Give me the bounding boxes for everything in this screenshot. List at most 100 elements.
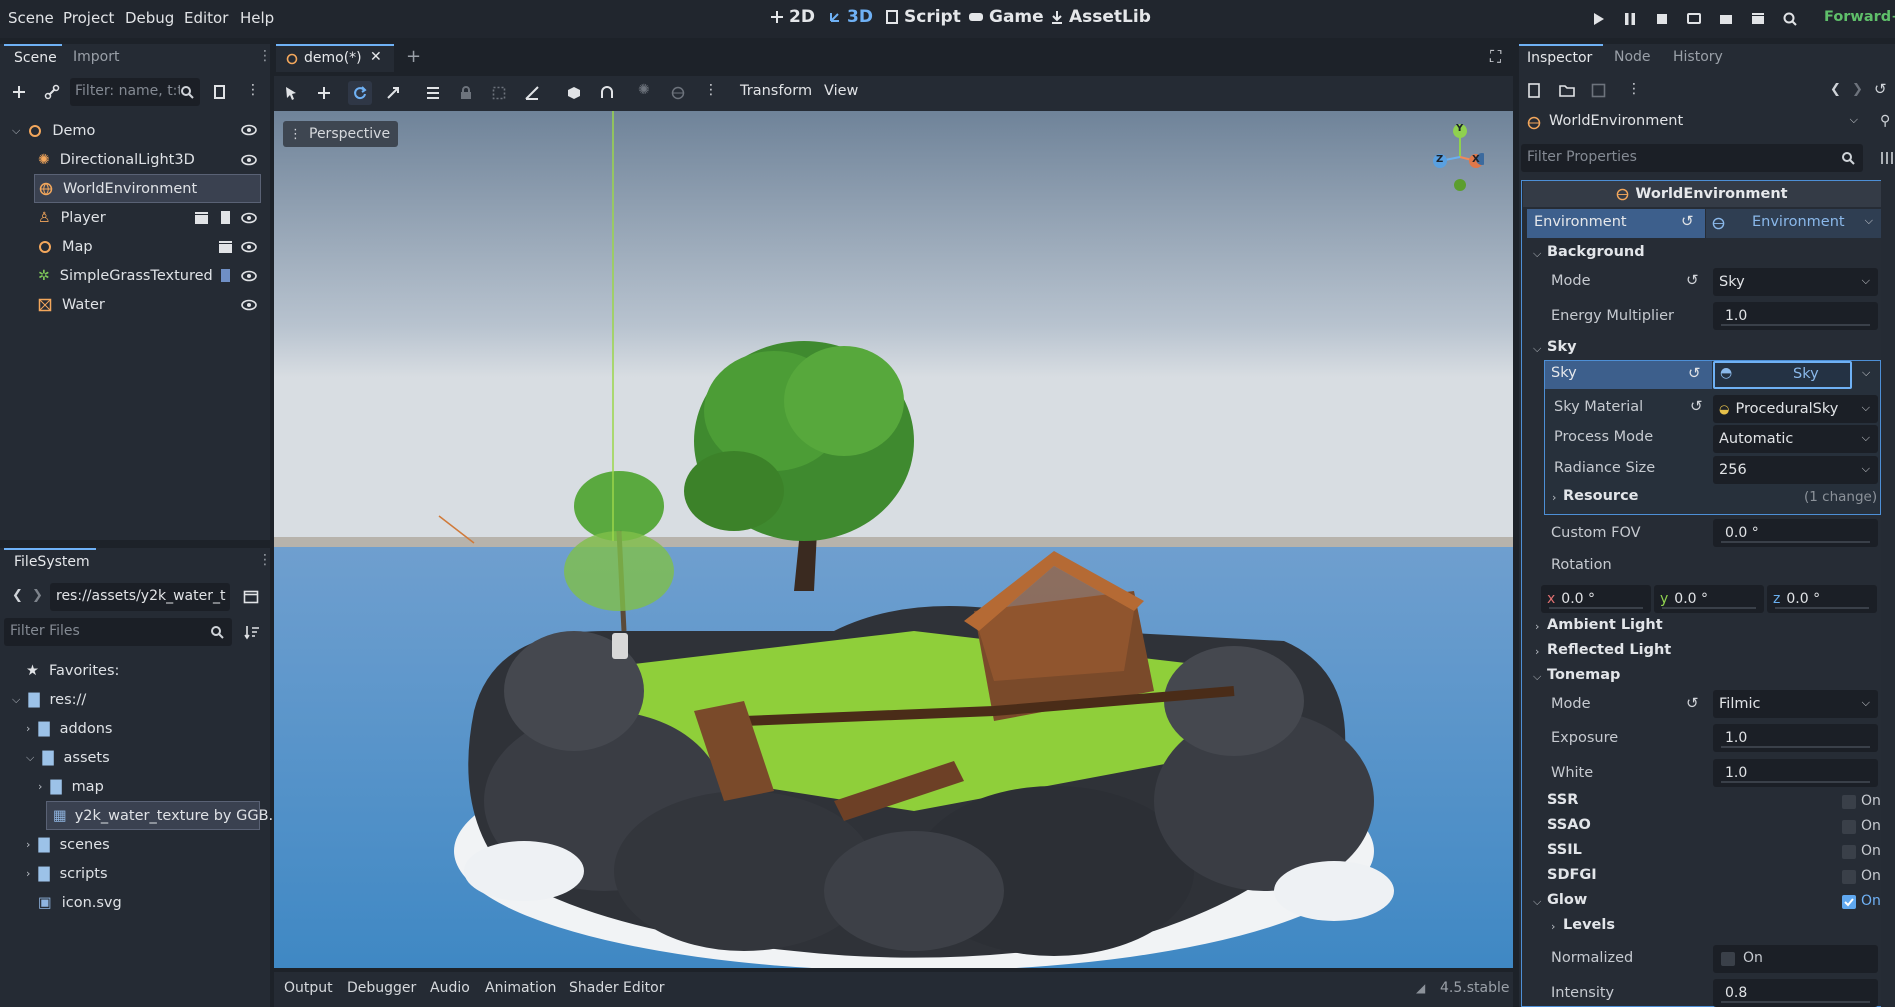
add-tab-icon[interactable]: + — [406, 46, 421, 67]
chevron-right-icon[interactable]: › — [26, 838, 30, 851]
folder-open-icon[interactable] — [1559, 83, 1575, 98]
sky-resource-picker[interactable]: ◓ Sky — [1713, 361, 1852, 389]
orientation-gizmo[interactable]: Y X Z — [1424, 123, 1484, 193]
subsection-resource[interactable]: Resource — [1563, 488, 1639, 504]
fs-folder-scripts[interactable]: › ▇ scripts — [22, 859, 258, 888]
section-ssil[interactable]: SSIL — [1547, 842, 1582, 858]
snap-icon[interactable] — [600, 86, 614, 100]
normalized-toggle[interactable]: On — [1713, 945, 1878, 973]
sdfgi-checkbox[interactable] — [1842, 870, 1856, 884]
intensity-slider[interactable]: 0.8 — [1713, 979, 1878, 1007]
fs-folder-map[interactable]: › ▇ map — [34, 772, 258, 801]
chevron-down-icon[interactable]: ⌵ — [12, 693, 20, 707]
bottom-tab-debugger[interactable]: Debugger — [347, 980, 416, 996]
bottom-tab-shader-editor[interactable]: Shader Editor — [569, 980, 664, 996]
fs-favorites[interactable]: ★ Favorites: — [8, 656, 258, 685]
tab-node[interactable]: Node — [1614, 49, 1651, 65]
chevron-down-icon[interactable]: ⌵ — [1533, 670, 1541, 684]
select-cursor-icon[interactable] — [284, 86, 298, 100]
tree-item-grass[interactable]: ✲ SimpleGrassTextured — [34, 261, 224, 290]
menu-debug[interactable]: Debug — [125, 9, 174, 27]
split-view-icon[interactable] — [243, 589, 259, 605]
scene-more-icon[interactable]: ⋮ — [246, 82, 260, 98]
revert-icon[interactable]: ↺ — [1686, 694, 1699, 712]
rotation-y-slider[interactable]: y 0.0 ° — [1654, 585, 1764, 613]
sky-property[interactable]: Sky ↺ — [1545, 361, 1712, 389]
revert-icon[interactable]: ↺ — [1690, 397, 1703, 415]
chevron-down-icon[interactable]: ⌵ — [1533, 247, 1541, 261]
stop-icon[interactable] — [1654, 11, 1670, 27]
fs-folder-addons[interactable]: › ▇ addons — [22, 714, 258, 743]
history-back-icon[interactable]: ❮ — [1830, 82, 1841, 97]
exposure-slider[interactable]: 1.0 — [1713, 724, 1878, 752]
section-reflected-light[interactable]: Reflected Light — [1547, 642, 1671, 658]
section-ssao[interactable]: SSAO — [1547, 817, 1591, 833]
tree-item-worldenvironment[interactable]: WorldEnvironment — [34, 174, 261, 203]
toolbar-more-icon[interactable]: ⋮ — [704, 82, 718, 98]
revert-icon[interactable]: ↺ — [1688, 364, 1701, 382]
clapperboard-icon[interactable] — [218, 239, 233, 254]
script-attach-icon[interactable] — [212, 84, 228, 100]
renderer-label[interactable]: Forward+ — [1824, 9, 1895, 25]
perspective-menu[interactable]: ⋮ Perspective — [283, 121, 399, 147]
sun-preview-icon[interactable]: ✺ — [638, 82, 650, 98]
path-input[interactable]: res://assets/y2k_water_te — [50, 583, 230, 611]
sky-material-dropdown[interactable]: ◒ ProceduralSky ⌵ — [1713, 395, 1878, 423]
custom-fov-slider[interactable]: 0.0 ° — [1713, 519, 1878, 547]
section-sdfgi[interactable]: SDFGI — [1547, 867, 1597, 883]
workspace-2d[interactable]: 2D — [770, 7, 815, 27]
file-filter-input[interactable]: Filter Files — [4, 618, 232, 646]
chevron-down-icon[interactable]: ⌵ — [26, 751, 34, 765]
back-icon[interactable]: ❮ — [12, 588, 23, 603]
close-icon[interactable]: ✕ — [370, 49, 382, 65]
tree-item-demo[interactable]: ⌵ Demo — [8, 116, 264, 145]
scale-icon[interactable] — [386, 86, 400, 100]
subsection-levels[interactable]: Levels — [1563, 917, 1615, 933]
lock-icon[interactable] — [459, 86, 473, 100]
radiance-size-dropdown[interactable]: 256 ⌵ — [1713, 456, 1878, 484]
clapperboard-icon[interactable] — [194, 210, 209, 225]
rotate-tool-button[interactable] — [348, 81, 372, 105]
visibility-eye-icon[interactable] — [241, 297, 257, 313]
chevron-down-icon[interactable]: ⌵ — [1533, 895, 1541, 909]
workspace-game[interactable]: Game — [968, 7, 1044, 27]
bottom-tab-output[interactable]: Output — [284, 980, 333, 996]
fs-file-water-texture[interactable]: ▦ y2k_water_texture by GGB... — [46, 801, 282, 830]
move-icon[interactable] — [317, 86, 331, 100]
ssil-checkbox[interactable] — [1842, 845, 1856, 859]
pin-icon[interactable]: ◢ — [1416, 981, 1425, 995]
remote-debug-icon[interactable] — [1686, 11, 1702, 27]
new-resource-icon[interactable] — [1527, 83, 1542, 98]
list-select-icon[interactable] — [426, 86, 440, 100]
section-glow[interactable]: Glow — [1547, 892, 1587, 908]
property-options-icon[interactable] — [1879, 150, 1895, 166]
workspace-3d[interactable]: 3D — [828, 7, 873, 27]
menu-project[interactable]: Project — [63, 9, 114, 27]
object-selector[interactable]: WorldEnvironment ⌵ — [1521, 109, 1866, 137]
visibility-eye-icon[interactable] — [241, 152, 257, 168]
chevron-down-icon[interactable]: ⌵ — [1533, 342, 1541, 356]
link-icon[interactable] — [44, 84, 60, 100]
sort-icon[interactable] — [244, 624, 260, 640]
dock-menu-icon[interactable]: ⋮ — [258, 48, 272, 64]
visibility-eye-icon[interactable] — [241, 239, 257, 255]
chevron-right-icon[interactable]: › — [26, 722, 30, 735]
section-tonemap[interactable]: Tonemap — [1547, 667, 1620, 683]
menu-editor[interactable]: Editor — [184, 9, 228, 27]
glow-checkbox[interactable] — [1842, 895, 1856, 909]
chevron-down-icon[interactable]: ⌵ — [12, 124, 20, 138]
forward-icon[interactable]: ❯ — [32, 588, 43, 603]
tab-history[interactable]: History — [1673, 49, 1723, 65]
bg-mode-dropdown[interactable]: Sky ⌵ — [1713, 268, 1878, 296]
add-node-icon[interactable] — [11, 84, 27, 100]
cube-icon[interactable] — [567, 86, 581, 100]
chevron-right-icon[interactable]: › — [1535, 645, 1539, 658]
white-slider[interactable]: 1.0 — [1713, 759, 1878, 787]
chevron-right-icon[interactable]: › — [38, 780, 42, 793]
tree-item-map[interactable]: Map — [34, 232, 224, 261]
ssr-checkbox[interactable] — [1842, 795, 1856, 809]
play-icon[interactable] — [1590, 11, 1606, 27]
script-icon[interactable] — [218, 268, 233, 283]
fs-file-icon-svg[interactable]: ▣ icon.svg — [34, 888, 258, 917]
chevron-right-icon[interactable]: › — [26, 867, 30, 880]
